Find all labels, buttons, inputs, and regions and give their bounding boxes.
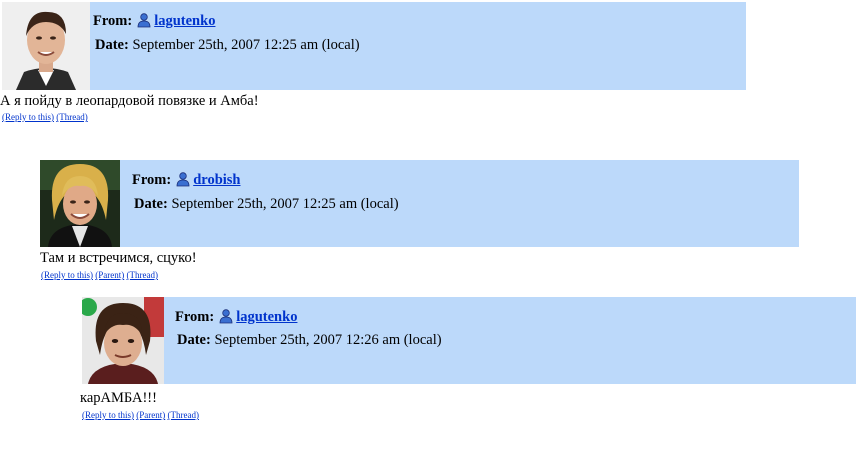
comment-text: Там и встречимся, сцуко! [40,250,197,266]
date-label: Date: [134,196,168,212]
from-line: From: lagutenko [93,12,215,33]
avatar[interactable] [40,160,120,247]
comment-text: А я пойду в леопардовой повязке и Амба! [0,93,259,109]
reply-link[interactable]: (Reply to this) [82,410,134,420]
thread-link[interactable]: (Thread) [56,112,87,122]
reply-link[interactable]: (Reply to this) [2,112,54,122]
username-link[interactable]: lagutenko [236,309,297,325]
date-value: September 25th, 2007 12:26 am (local) [214,332,442,348]
comment-header: From: lagutenko Date: September 25th, 200… [164,297,856,384]
thread-link[interactable]: (Thread) [168,410,199,420]
parent-link[interactable]: (Parent) [136,410,165,420]
from-label: From: [93,13,133,29]
date-line: Date: September 25th, 2007 12:26 am (loc… [177,332,442,349]
comment-links: (Reply to this) (Parent) (Thread) [41,270,158,280]
date-label: Date: [177,332,211,348]
date-value: September 25th, 2007 12:25 am (local) [132,37,360,53]
comment-header: From: lagutenko Date: September 25th, 200… [90,2,746,90]
avatar[interactable] [2,2,90,90]
comment-header: From: drobish Date: September 25th, 2007 … [120,160,799,247]
username-link[interactable]: drobish [193,172,240,188]
username-link[interactable]: lagutenko [154,13,215,29]
parent-link[interactable]: (Parent) [95,270,124,280]
comment-links: (Reply to this) (Parent) (Thread) [82,410,199,420]
thread-link[interactable]: (Thread) [127,270,158,280]
comment-3: From: lagutenko Date: September 25th, 200… [80,297,856,427]
date-line: Date: September 25th, 2007 12:25 am (loc… [95,37,360,54]
reply-link[interactable]: (Reply to this) [41,270,93,280]
user-icon[interactable] [175,171,191,192]
comment-1: From: lagutenko Date: September 25th, 200… [0,2,746,127]
comment-links: (Reply to this) (Thread) [2,112,88,122]
from-label: From: [132,172,172,188]
from-line: From: drobish [132,171,241,192]
from-label: From: [175,309,215,325]
date-line: Date: September 25th, 2007 12:25 am (loc… [134,196,399,213]
date-label: Date: [95,37,129,53]
avatar[interactable] [82,297,164,384]
user-icon[interactable] [136,12,152,33]
comment-text: карАМБА!!! [80,390,157,406]
from-line: From: lagutenko [175,308,297,329]
date-value: September 25th, 2007 12:25 am (local) [171,196,399,212]
comment-2: From: drobish Date: September 25th, 2007 … [40,160,799,285]
user-icon[interactable] [218,308,234,329]
